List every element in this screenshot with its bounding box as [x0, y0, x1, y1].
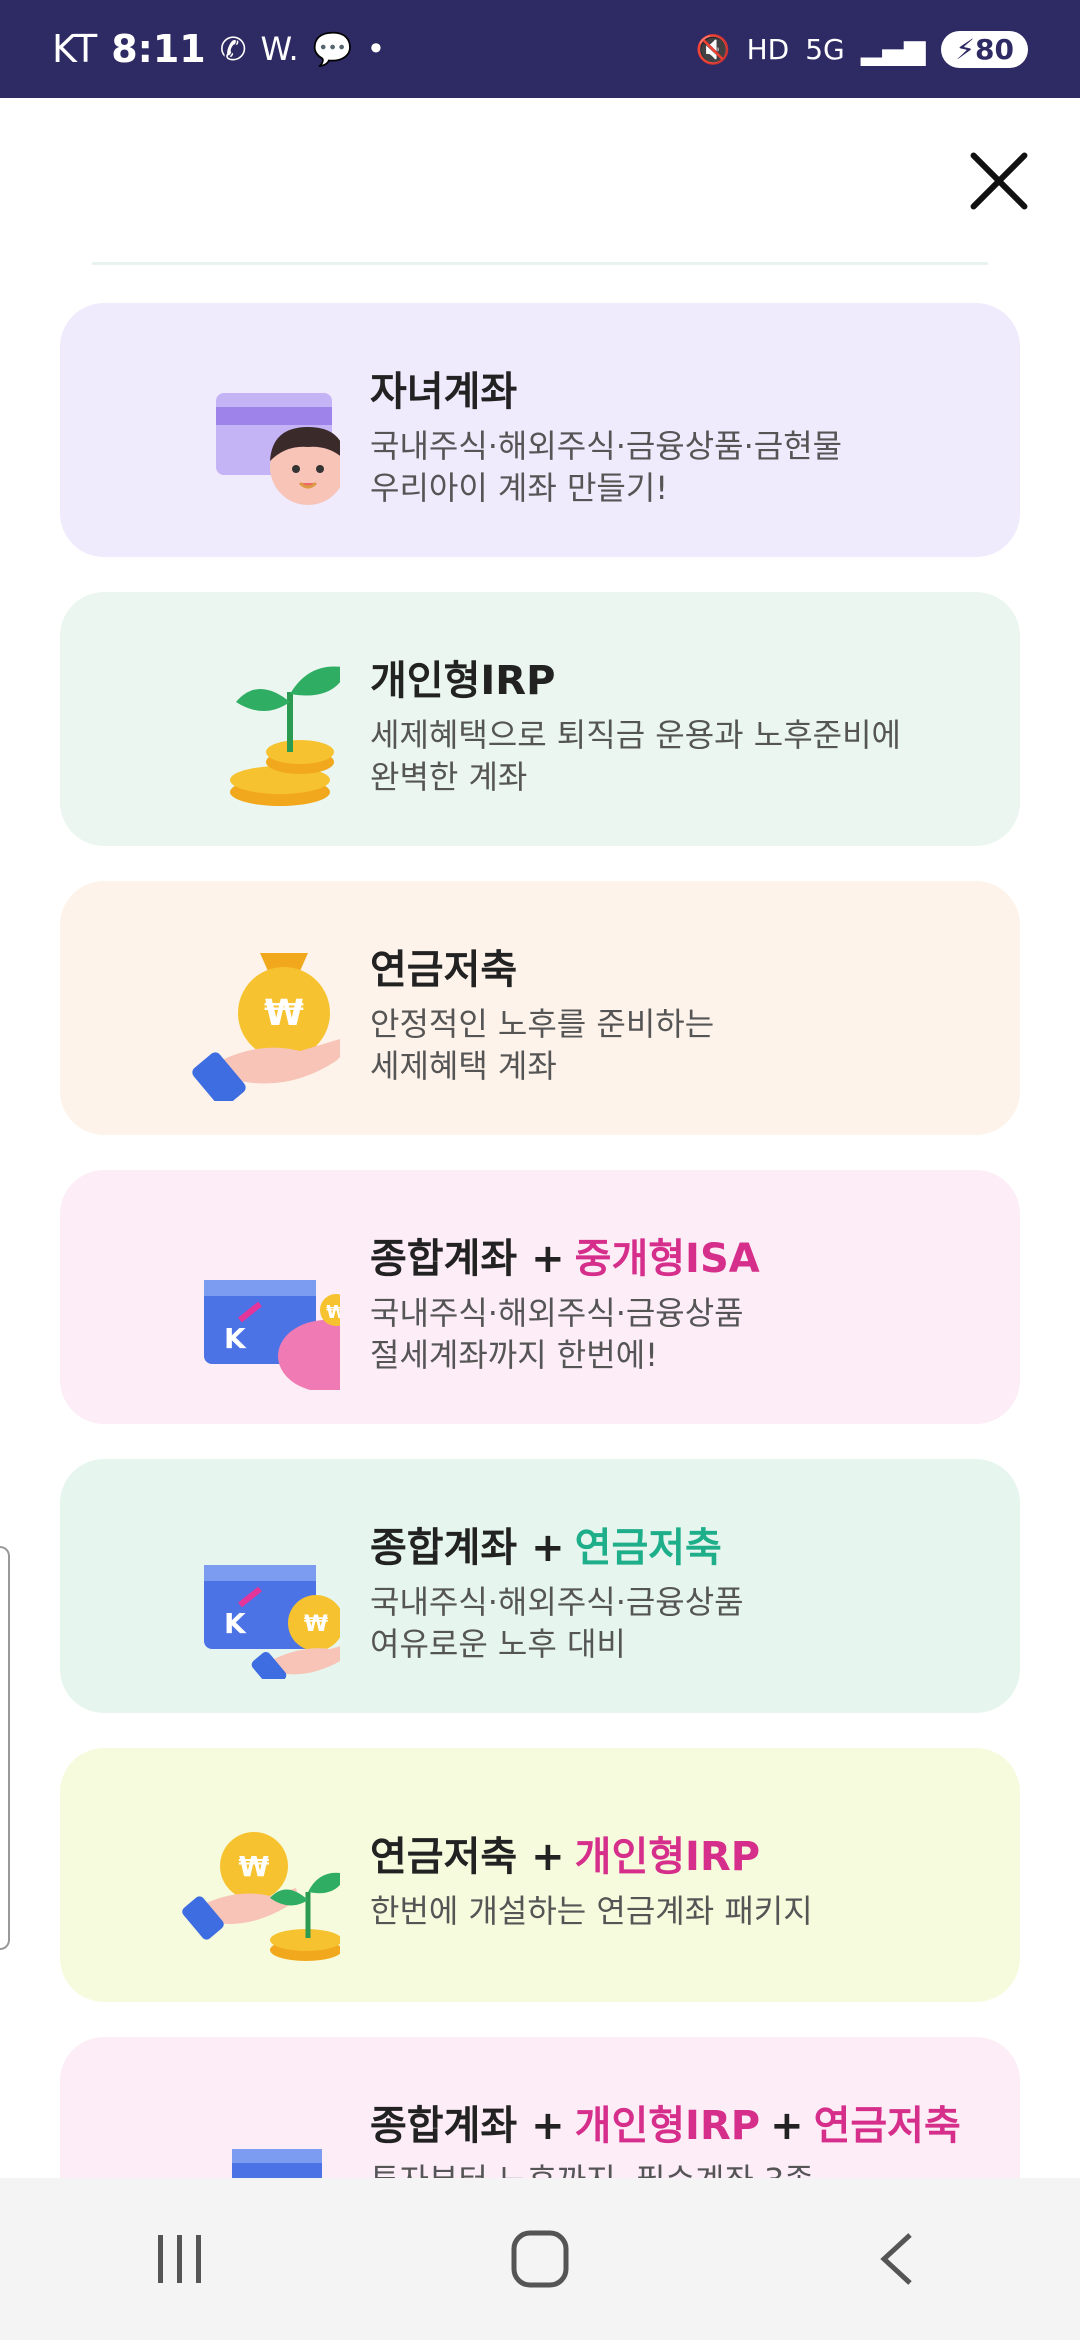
account-card-pension[interactable]: ₩ 연금저축 안정적인 노후를 준비하는 세제혜택 계좌 [60, 881, 1020, 1135]
battery-indicator: ⚡80 [941, 30, 1028, 68]
card-title: 종합계좌 + 중개형ISA [370, 1236, 760, 1282]
home-icon[interactable] [480, 2209, 600, 2309]
card-title-accent: 개인형IRP [574, 2103, 761, 2149]
svg-text:₩: ₩ [239, 1850, 270, 1883]
svg-text:₩: ₩ [304, 1612, 328, 1637]
bag-sprout-icon: ₩ [182, 1832, 340, 1961]
carrier-label: KT [52, 27, 98, 71]
close-button[interactable] [966, 148, 1032, 214]
card-subtitle-line1: 세제혜택으로 퇴직금 운용과 노후준비에 [370, 716, 901, 754]
account-card-general-pension[interactable]: K ₩ 종합계좌 + 연금저축 국내주식·해외주식·금융상품 여유로운 노후 대비 [60, 1459, 1020, 1713]
card-title: 종합계좌 + 개인형IRP + 연금저축 [370, 2103, 961, 2149]
svg-text:₩: ₩ [326, 1302, 340, 1323]
recent-apps-icon[interactable] [120, 2209, 240, 2309]
card-title-accent: 개인형IRP [574, 1834, 761, 1880]
w-app-icon: W. [260, 30, 299, 68]
card-subtitle-line1: 국내주식·해외주식·금융상품 [370, 1294, 744, 1332]
card-title: 종합계좌 + 연금저축 [370, 1525, 722, 1571]
hand-money-bag-icon: ₩ [192, 953, 340, 1101]
chat-icon: 💬 [312, 30, 353, 68]
card-subtitle-line2: 세제혜택 계좌 [370, 1047, 557, 1085]
hd-icon: HD [746, 32, 790, 66]
edge-panel-handle[interactable] [0, 1546, 10, 1950]
card-title: 연금저축 [370, 947, 518, 993]
card-subtitle-line1: 국내주식·해외주식·금융상품 [370, 1583, 744, 1621]
card-piggy-icon: K ₩ [204, 1280, 340, 1390]
card-subtitle-line2: 완벽한 계좌 [370, 758, 528, 796]
svg-text:K: K [224, 1322, 247, 1355]
svg-text:K: K [224, 1607, 247, 1640]
system-navigation-bar [0, 2178, 1080, 2340]
card-title: 개인형IRP [370, 658, 556, 704]
status-bar: KT 8:11 ✆ W. 💬 • 🔇 HD 5G ▂▄▆ ⚡80 [0, 0, 1080, 98]
card-subtitle-line2: 절세계좌까지 한번에! [370, 1336, 658, 1374]
sprout-coins-icon [230, 666, 340, 806]
card-subtitle-line2: 우리아이 계좌 만들기! [370, 469, 669, 507]
card-title-accent: 연금저축 [574, 1525, 722, 1571]
mute-icon: 🔇 [695, 32, 731, 66]
card-title-accent-2: 연금저축 [813, 2103, 961, 2149]
card-child-icon [216, 393, 340, 505]
back-icon[interactable] [840, 2209, 960, 2309]
card-subtitle-line1: 국내주식·해외주식·금융상품·금현물 [370, 427, 843, 465]
svg-text:₩: ₩ [264, 993, 304, 1034]
account-card-irp[interactable]: 개인형IRP 세제혜택으로 퇴직금 운용과 노후준비에 완벽한 계좌 [60, 592, 1020, 846]
card-hand-bag-icon: K ₩ [204, 1565, 340, 1679]
call-icon: ✆ [219, 30, 247, 68]
divider [92, 262, 988, 265]
card-subtitle-line1: 한번에 개설하는 연금계좌 패키지 [370, 1892, 813, 1930]
clock: 8:11 [111, 27, 206, 71]
card-title: 연금저축 + 개인형IRP [370, 1834, 761, 1880]
battery-level: 80 [975, 32, 1014, 66]
card-title: 자녀계좌 [370, 369, 518, 415]
account-card-general-isa[interactable]: K ₩ 종합계좌 + 중개형ISA 국내주식·해외주식·금융상품 절세계좌까지 한… [60, 1170, 1020, 1424]
account-card-pension-irp[interactable]: ₩ 연금저축 + 개인형IRP 한번에 개설하는 연금계좌 패키지 [60, 1748, 1020, 2002]
5g-icon: 5G [805, 32, 845, 66]
signal-icon: ▂▄▆ [860, 32, 926, 66]
card-subtitle-line1: 안정적인 노후를 준비하는 [370, 1005, 715, 1043]
dot-icon: • [366, 30, 386, 68]
account-card-child[interactable]: 자녀계좌 국내주식·해외주식·금융상품·금현물 우리아이 계좌 만들기! [60, 303, 1020, 557]
card-subtitle-line2: 여유로운 노후 대비 [370, 1625, 626, 1663]
card-title-accent: 중개형ISA [574, 1236, 760, 1282]
card-title-plus: + [770, 2103, 804, 2149]
